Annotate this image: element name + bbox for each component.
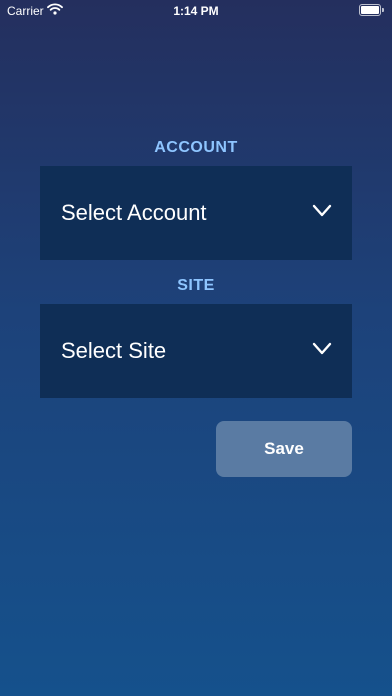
battery-icon xyxy=(359,4,384,16)
site-dropdown[interactable]: Select Site xyxy=(40,304,352,398)
account-dropdown-value: Select Account xyxy=(61,200,207,225)
status-time: 1:14 PM xyxy=(173,4,219,18)
save-button[interactable]: Save xyxy=(216,421,352,477)
chevron-down-icon xyxy=(312,342,332,356)
site-label: SITE xyxy=(177,277,215,294)
account-label: ACCOUNT xyxy=(154,139,238,156)
site-dropdown-value: Select Site xyxy=(61,338,167,363)
chevron-down-icon xyxy=(312,204,332,218)
account-dropdown[interactable]: Select Account xyxy=(40,166,352,260)
status-bar: Carrier 1:14 PM xyxy=(0,0,392,22)
